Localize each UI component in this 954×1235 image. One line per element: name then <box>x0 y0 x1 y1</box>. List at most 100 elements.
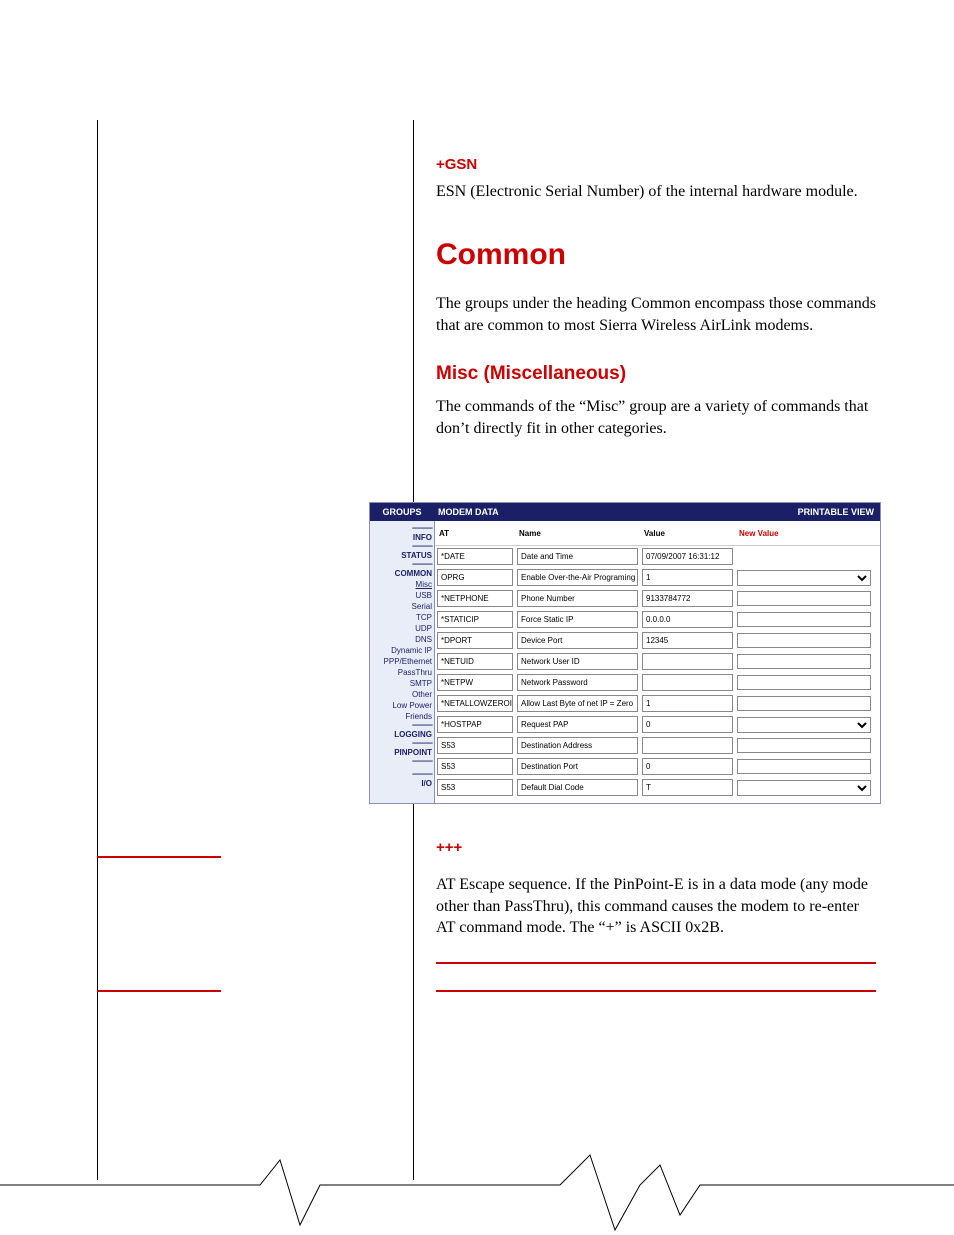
printable-view-link[interactable]: PRINTABLE VIEW <box>792 507 880 517</box>
header-modem-data: MODEM DATA <box>434 507 792 517</box>
new-value-input[interactable] <box>737 591 871 606</box>
sidebar-item-pinpoint[interactable]: PINPOINT <box>370 747 434 758</box>
panel-content: AT Name Value New Value *DATEDate and Ti… <box>434 521 880 803</box>
cell-value: 0.0.0.0 <box>642 611 733 628</box>
sidebar-sub-dns[interactable]: DNS <box>370 634 434 645</box>
cell-at: OPRG <box>437 569 513 586</box>
sidebar-sub-low-power[interactable]: Low Power <box>370 700 434 711</box>
sidebar-sub-smtp[interactable]: SMTP <box>370 678 434 689</box>
new-value-input[interactable] <box>737 759 871 774</box>
col-at: AT <box>435 521 515 546</box>
sidebar-sub-friends[interactable]: Friends <box>370 711 434 722</box>
table-row: *STATICIPForce Static IP0.0.0.0 <box>435 609 880 630</box>
table-row: *DATEDate and Time07/09/2007 16:31:12 <box>435 546 880 568</box>
cell-name: Default Dial Code <box>517 779 638 796</box>
table-row: *NETPWNetwork Password <box>435 672 880 693</box>
sidebar-sub-ppp-ethernet[interactable]: PPP/Ethernet <box>370 656 434 667</box>
sidebar-sep: --------------- <box>370 525 434 532</box>
table-row: S53Destination Port0 <box>435 756 880 777</box>
cell-at: *HOSTPAP <box>437 716 513 733</box>
cell-name: Destination Address <box>517 737 638 754</box>
cell-at: *NETALLOWZEROIP <box>437 695 513 712</box>
header-groups: GROUPS <box>370 507 434 517</box>
page: +GSN ESN (Electronic Serial Number) of t… <box>0 0 954 1235</box>
sidebar-sep: --------------- <box>370 740 434 747</box>
cell-at: *DPORT <box>437 632 513 649</box>
para-escape: AT Escape sequence. If the PinPoint-E is… <box>436 874 876 939</box>
new-value-input[interactable] <box>737 675 871 690</box>
sidebar-item-common[interactable]: COMMON <box>370 568 434 579</box>
sidebar-sub-misc[interactable]: Misc <box>370 579 434 590</box>
cell-at: S53 <box>437 758 513 775</box>
sidebar-sub-other[interactable]: Other <box>370 689 434 700</box>
cell-name: Force Static IP <box>517 611 638 628</box>
cell-value <box>642 674 733 691</box>
new-value-input[interactable] <box>737 696 871 711</box>
table-row: *NETUIDNetwork User ID <box>435 651 880 672</box>
cell-value: 1 <box>642 695 733 712</box>
sidebar-sub-serial[interactable]: Serial <box>370 601 434 612</box>
sidebar-sub-udp[interactable]: UDP <box>370 623 434 634</box>
new-value-select[interactable] <box>737 717 871 733</box>
cell-value <box>642 653 733 670</box>
modem-data-panel: GROUPS MODEM DATA PRINTABLE VIEW -------… <box>369 502 881 804</box>
sidebar-sub-tcp[interactable]: TCP <box>370 612 434 623</box>
waveform-decoration <box>0 1145 954 1235</box>
heading-misc: Misc (Miscellaneous) <box>436 361 876 387</box>
cell-at: S53 <box>437 779 513 796</box>
para-gsn: ESN (Electronic Serial Number) of the in… <box>436 181 876 203</box>
new-value-select[interactable] <box>737 780 871 796</box>
new-value-input[interactable] <box>737 654 871 669</box>
heading-escape: +++ <box>436 838 876 858</box>
new-value-select[interactable] <box>737 570 871 586</box>
col-value: Value <box>640 521 735 546</box>
red-rule-narrow-2 <box>97 990 221 992</box>
heading-common: Common <box>436 235 876 276</box>
main-text-column: +GSN ESN (Electronic Serial Number) of t… <box>436 155 876 453</box>
sidebar-sep: --------------- <box>370 771 434 778</box>
cell-name: Request PAP <box>517 716 638 733</box>
lower-text: +++ AT Escape sequence. If the PinPoint-… <box>436 838 876 953</box>
sidebar-sep: --------------- <box>370 561 434 568</box>
sidebar-item-io[interactable]: I/O <box>370 778 434 789</box>
table-row: *HOSTPAPRequest PAP0 <box>435 714 880 735</box>
cell-name: Device Port <box>517 632 638 649</box>
sidebar-sep: --------------- <box>370 543 434 550</box>
new-value-input[interactable] <box>737 633 871 648</box>
cell-at: *DATE <box>437 548 513 565</box>
new-value-input[interactable] <box>737 612 871 627</box>
table-row: *NETPHONEPhone Number9133784772 <box>435 588 880 609</box>
sidebar-item-status[interactable]: STATUS <box>370 550 434 561</box>
sidebar-sub-usb[interactable]: USB <box>370 590 434 601</box>
cell-value <box>642 737 733 754</box>
col-name: Name <box>515 521 640 546</box>
cell-at: *NETPHONE <box>437 590 513 607</box>
table-row: S53Destination Address <box>435 735 880 756</box>
cell-value: 9133784772 <box>642 590 733 607</box>
cell-name: Network User ID <box>517 653 638 670</box>
new-value-input[interactable] <box>737 738 871 753</box>
cell-value: T <box>642 779 733 796</box>
col-new-value: New Value <box>735 521 880 546</box>
cell-name: Allow Last Byte of net IP = Zero <box>517 695 638 712</box>
cell-name: Destination Port <box>517 758 638 775</box>
panel-header: GROUPS MODEM DATA PRINTABLE VIEW <box>370 503 880 521</box>
para-misc: The commands of the “Misc” group are a v… <box>436 396 876 439</box>
cell-at: *NETPW <box>437 674 513 691</box>
cell-name: Date and Time <box>517 548 638 565</box>
red-rule-wide-2 <box>436 990 876 992</box>
cell-name: Network Password <box>517 674 638 691</box>
cell-value: 0 <box>642 758 733 775</box>
sidebar-item-info[interactable]: INFO <box>370 532 434 543</box>
red-rule-narrow-1 <box>97 856 221 858</box>
sidebar-sub-passthru[interactable]: PassThru <box>370 667 434 678</box>
cell-name: Phone Number <box>517 590 638 607</box>
table-row: *NETALLOWZEROIPAllow Last Byte of net IP… <box>435 693 880 714</box>
cell-value: 1 <box>642 569 733 586</box>
sidebar-sep: --------------- <box>370 722 434 729</box>
cell-name: Enable Over-the-Air Programing <box>517 569 638 586</box>
sidebar-item-logging[interactable]: LOGGING <box>370 729 434 740</box>
cell-at: *STATICIP <box>437 611 513 628</box>
cell-value: 0 <box>642 716 733 733</box>
sidebar-sub-dynamic-ip[interactable]: Dynamic IP <box>370 645 434 656</box>
